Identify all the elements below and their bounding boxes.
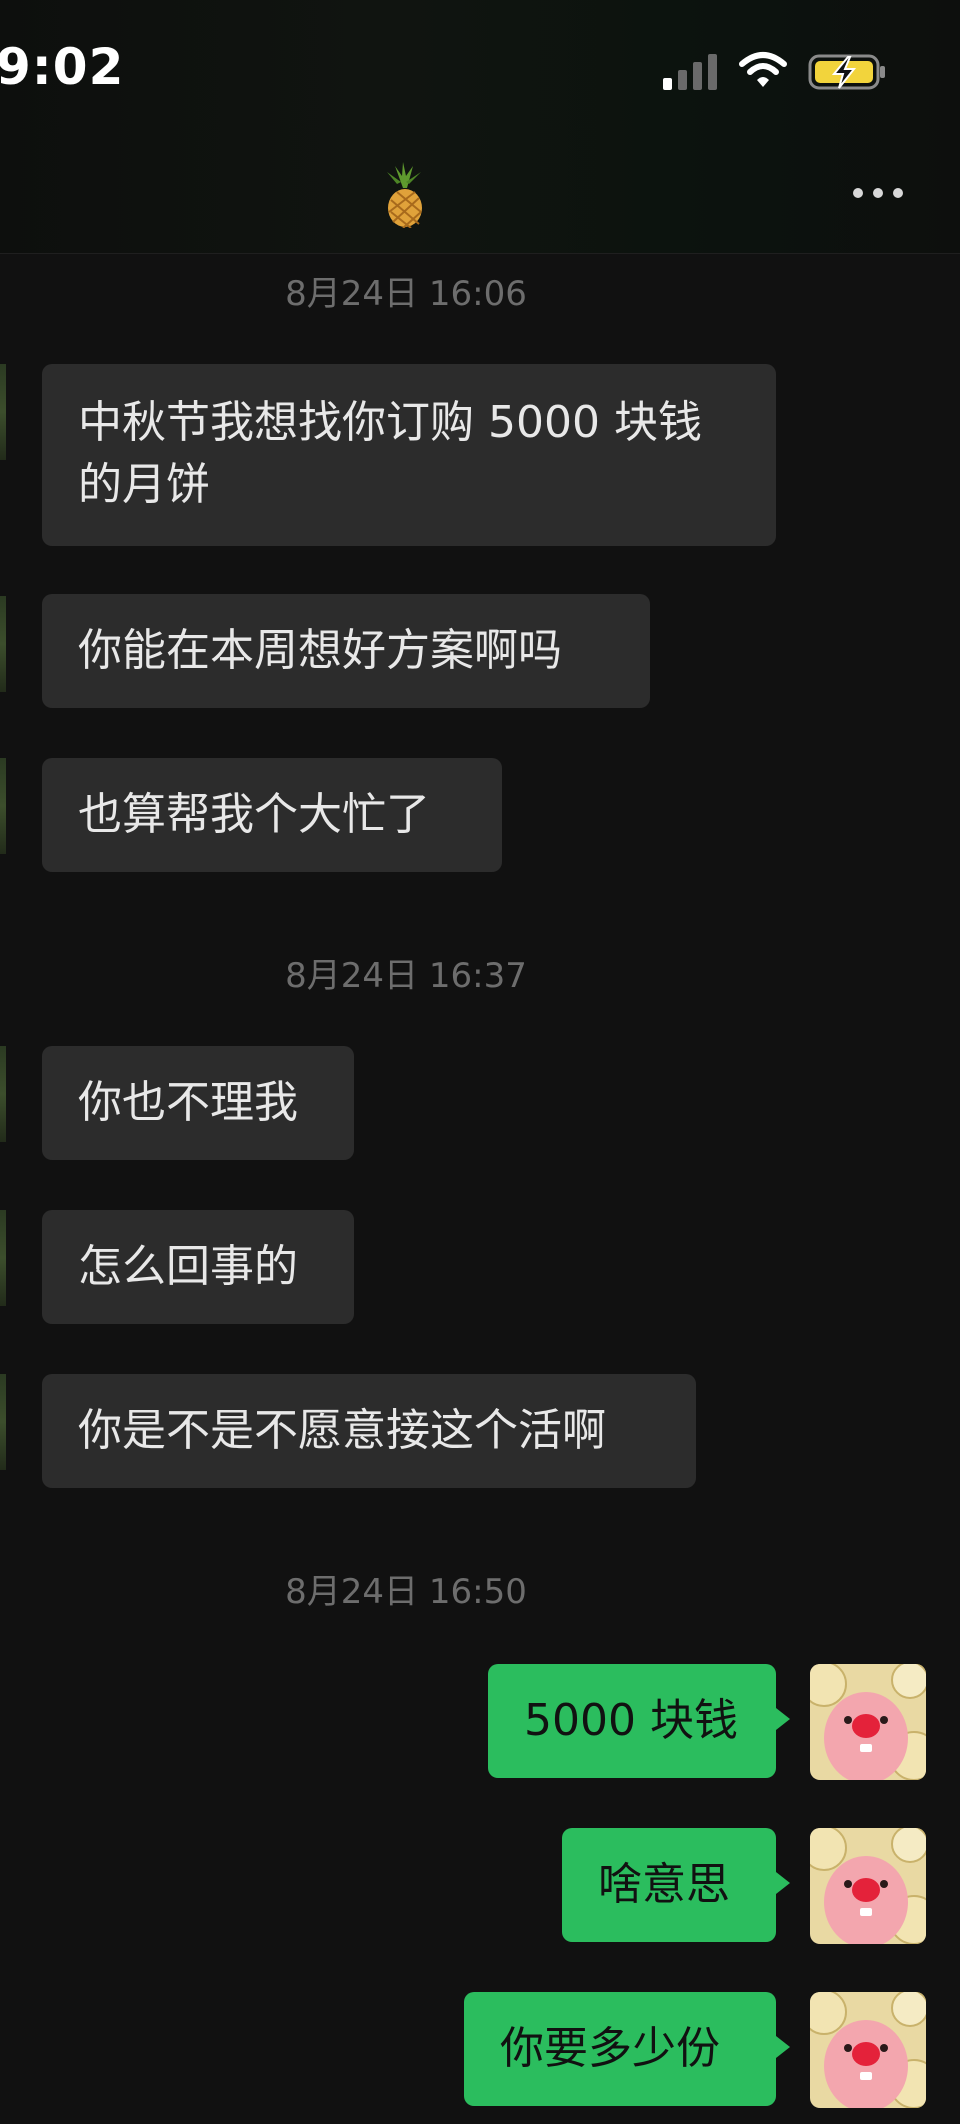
message-text: 你是不是不愿意接这个活啊 <box>78 1405 606 1456</box>
chat-header <box>0 0 960 254</box>
wifi-icon <box>739 52 787 87</box>
message-text: 你要多少份 <box>500 2023 720 2074</box>
message-text: 啥意思 <box>598 1859 730 1910</box>
message-text-line: 的月饼 <box>78 459 210 510</box>
incoming-message-bubble[interactable]: 你能在本周想好方案啊吗 <box>42 594 650 708</box>
user-avatar[interactable] <box>810 1664 926 1780</box>
message-text: 怎么回事的 <box>78 1241 298 1292</box>
contact-avatar[interactable] <box>0 1210 6 1306</box>
incoming-message-bubble[interactable]: 也算帮我个大忙了 <box>42 758 502 872</box>
outgoing-message-bubble[interactable]: 5000 块钱 <box>488 1664 790 1778</box>
status-time: 9:02 <box>0 38 125 96</box>
timestamp: 8月24日 16:06 <box>285 274 527 314</box>
contact-avatar[interactable] <box>0 364 6 460</box>
contact-avatar[interactable] <box>0 596 6 692</box>
chat-screen: 9:02 8月24日 16:06 8月24日 16:37 8月24日 16:50 <box>0 0 960 2124</box>
more-options-button[interactable] <box>848 176 908 210</box>
message-text-line: 中秋节我想找你订购 5000 块钱 <box>78 397 702 448</box>
user-avatar[interactable] <box>810 1992 926 2108</box>
message-text: 也算帮我个大忙了 <box>78 789 430 840</box>
contact-avatar[interactable] <box>0 1374 6 1470</box>
timestamp: 8月24日 16:50 <box>285 1572 527 1612</box>
message-text: 5000 块钱 <box>524 1695 738 1746</box>
incoming-message-bubble[interactable]: 你是不是不愿意接这个活啊 <box>42 1374 696 1488</box>
message-text: 你能在本周想好方案啊吗 <box>78 625 562 676</box>
message-text: 你也不理我 <box>78 1077 298 1128</box>
header-divider <box>0 253 960 254</box>
signal-icon <box>663 54 717 90</box>
incoming-message-bubble[interactable]: 你也不理我 <box>42 1046 354 1160</box>
incoming-message-bubble[interactable]: 怎么回事的 <box>42 1210 354 1324</box>
battery-charging-icon <box>808 54 885 90</box>
contact-avatar[interactable] <box>0 1046 6 1142</box>
timestamp: 8月24日 16:37 <box>285 956 527 996</box>
user-avatar[interactable] <box>810 1828 926 1944</box>
outgoing-message-bubble[interactable]: 你要多少份 <box>464 1992 790 2106</box>
pineapple-emoji-icon <box>387 162 422 228</box>
outgoing-message-bubble[interactable]: 啥意思 <box>562 1828 790 1942</box>
contact-avatar[interactable] <box>0 758 6 854</box>
incoming-message-bubble[interactable]: 中秋节我想找你订购 5000 块钱 的月饼 <box>42 364 776 546</box>
